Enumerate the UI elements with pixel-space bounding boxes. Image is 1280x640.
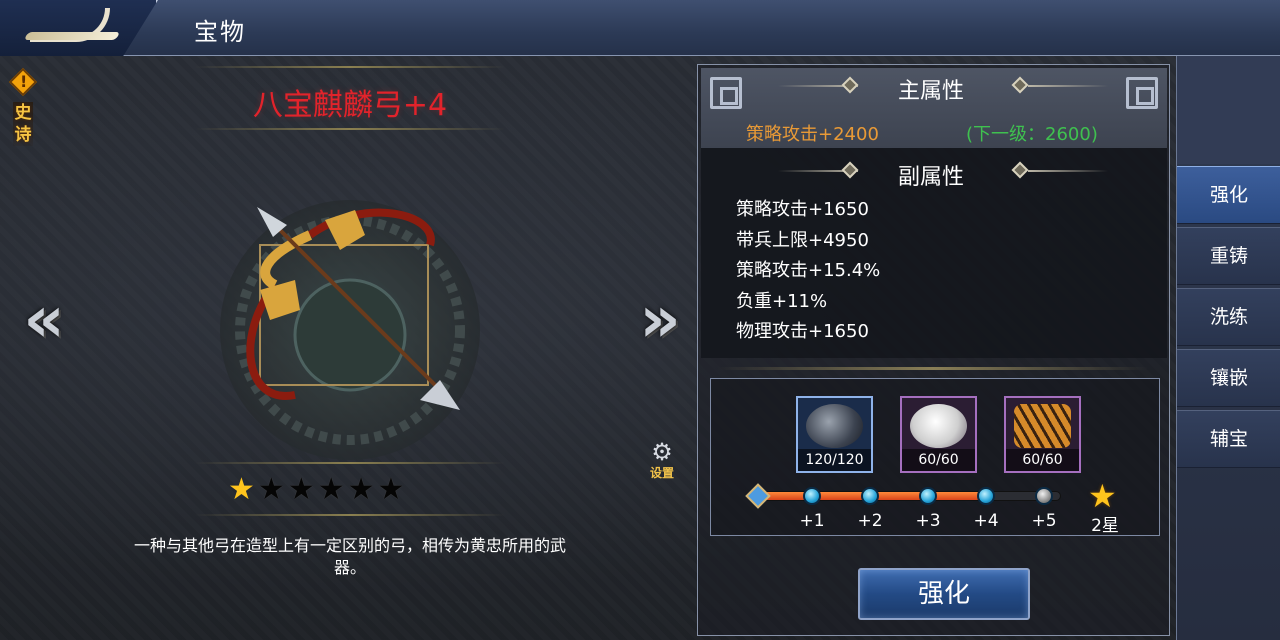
back-swoosh-icon	[23, 32, 121, 40]
section-divider	[718, 367, 1148, 370]
tab-refine[interactable]: 洗练	[1177, 288, 1280, 346]
side-tab-bar: 强化 重铸 洗练 镶嵌 辅宝	[1176, 56, 1280, 640]
progress-label: +4	[973, 511, 999, 531]
rarity-label: 史诗	[13, 102, 33, 146]
material-slot[interactable]: 60/60	[900, 396, 977, 473]
name-top-divider	[195, 66, 505, 68]
stars-top-divider	[195, 462, 505, 464]
attribute-panel: 主属性 策略攻击+2400 (下一级：2600) 副属性 策略攻击+1650 带…	[697, 64, 1170, 636]
progress-node-complete-icon	[977, 487, 995, 505]
silk-icon	[910, 404, 967, 448]
star-empty-icon: ★	[377, 472, 405, 507]
name-bottom-divider	[195, 128, 505, 130]
list-item: 带兵上限+4950	[736, 229, 869, 251]
rarity-badge: ! 史诗	[8, 67, 38, 170]
progress-node-complete-icon	[919, 487, 937, 505]
next-item-chevron-icon[interactable]: »	[630, 283, 690, 357]
sub-attribute-list: 策略攻击+1650 带兵上限+4950 策略攻击+15.4% 负重+11% 物理…	[736, 195, 880, 348]
tab-auxiliary[interactable]: 辅宝	[1177, 410, 1280, 468]
main-attribute-title: 主属性	[897, 79, 964, 104]
tab-strengthen[interactable]: 强化	[1177, 166, 1280, 224]
material-count: 120/120	[798, 449, 871, 471]
ore-icon	[806, 404, 863, 448]
material-count: 60/60	[1006, 449, 1079, 471]
settings-label: 设置	[649, 466, 674, 480]
weapon-image	[215, 195, 485, 465]
progress-node-complete-icon	[803, 487, 821, 505]
sub-attribute-title: 副属性	[897, 165, 964, 190]
start-gem-icon	[745, 483, 771, 509]
stars-bottom-divider	[195, 514, 505, 516]
tab-recast[interactable]: 重铸	[1177, 227, 1280, 285]
tiger-pelt-icon	[1014, 404, 1071, 448]
star-empty-icon: ★	[347, 472, 375, 507]
bow-icon	[220, 200, 480, 460]
list-item: 策略攻击+15.4%	[736, 260, 881, 281]
material-count: 60/60	[902, 449, 975, 471]
material-slot[interactable]: 60/60	[1004, 396, 1081, 473]
enhance-button[interactable]: 强化	[858, 568, 1030, 620]
star-rating: ★ ★ ★ ★ ★ ★	[228, 474, 404, 506]
next-level-value: (下一级：2600)	[966, 124, 1098, 145]
prev-item-chevron-icon[interactable]: «	[14, 283, 74, 357]
divider-line	[1028, 170, 1108, 172]
exclamation-mark: !	[20, 72, 28, 91]
back-button[interactable]	[0, 0, 158, 56]
list-item: 负重+11%	[736, 290, 828, 312]
gear-icon: ⚙	[651, 438, 673, 466]
material-slot[interactable]: 120/120	[796, 396, 873, 473]
progress-label: +2	[857, 511, 883, 531]
list-item: 策略攻击+1650	[736, 199, 869, 220]
tab-inlay[interactable]: 镶嵌	[1177, 349, 1280, 407]
item-name: 八宝麒麟弓+4	[252, 88, 448, 123]
side-tab-header	[1177, 56, 1280, 164]
main-attribute-value: 策略攻击+2400	[746, 124, 879, 145]
progress-node-complete-icon	[861, 487, 879, 505]
item-description: 一种与其他弓在造型上有一定区别的弓，相传为黄忠所用的武器。	[133, 536, 566, 577]
page-title: 宝物	[194, 18, 246, 46]
progress-label: +1	[799, 511, 825, 531]
divider-line	[1028, 85, 1108, 87]
star-filled-icon: ★	[228, 472, 255, 507]
list-item: 物理攻击+1650	[736, 321, 869, 342]
enhance-materials: 120/120 60/60 60/60 ★ +1 +2 +3 +4 +5 2星	[710, 378, 1160, 536]
star-empty-icon: ★	[287, 472, 315, 507]
progress-label: +3	[915, 511, 941, 531]
progress-label: +5	[1031, 511, 1057, 531]
progress-label: 2星	[1091, 516, 1119, 536]
top-bar: 宝物	[0, 0, 1280, 56]
goal-star-icon: ★	[1088, 477, 1117, 515]
settings-button[interactable]: ⚙ 设置	[644, 440, 680, 480]
star-empty-icon: ★	[257, 472, 285, 507]
star-empty-icon: ★	[317, 472, 345, 507]
progress-node-pending-icon	[1035, 487, 1053, 505]
